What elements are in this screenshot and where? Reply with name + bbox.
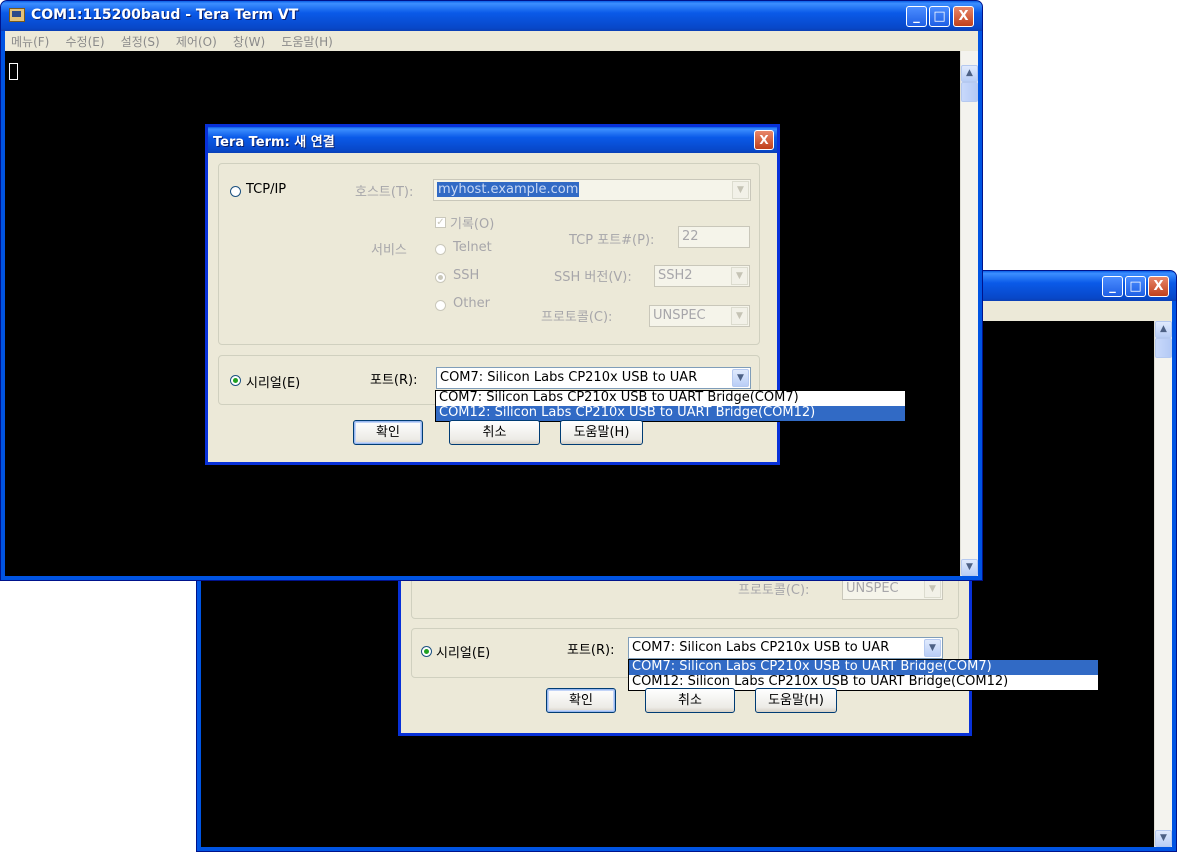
- back-scroll-down-button[interactable]: ▼: [1155, 830, 1172, 847]
- back-port-dropdown-icon[interactable]: ▼: [924, 639, 941, 657]
- back-serial-radio[interactable]: [421, 646, 432, 657]
- port-label: 포트(R):: [370, 373, 418, 388]
- scroll-thumb[interactable]: [961, 82, 978, 102]
- back-scroll-thumb[interactable]: [1155, 338, 1172, 358]
- menu-file[interactable]: 메뉴(F): [5, 31, 55, 50]
- tcp-port-value: 22: [682, 229, 699, 244]
- scroll-down-button[interactable]: ▼: [961, 559, 978, 576]
- ssh-version-value: SSH2: [658, 268, 693, 283]
- host-label: 호스트(T):: [355, 185, 414, 200]
- dialog-title-bar[interactable]: Tera Term: 새 연결 X: [208, 127, 777, 153]
- serial-radio[interactable]: [230, 375, 241, 386]
- tcpip-label[interactable]: TCP/IP: [246, 182, 286, 197]
- telnet-label: Telnet: [453, 240, 492, 255]
- menu-control[interactable]: 제어(O): [170, 31, 223, 50]
- host-input: myhost.example.com ▼: [433, 179, 751, 201]
- minimize-button[interactable]: _: [906, 6, 927, 27]
- port-option[interactable]: COM7: Silicon Labs CP210x USB to UART Br…: [436, 391, 905, 406]
- dialog-title: Tera Term: 새 연결: [213, 135, 335, 150]
- menu-setup[interactable]: 설정(S): [115, 31, 166, 50]
- host-dropdown-icon: ▼: [732, 181, 749, 199]
- port-dropdown-list: COM7: Silicon Labs CP210x USB to UART Br…: [435, 390, 906, 422]
- back-maximize-button[interactable]: □: [1125, 276, 1146, 297]
- window-title: COM1:115200baud - Tera Term VT: [31, 7, 299, 23]
- other-radio: [435, 300, 446, 311]
- back-minimize-button[interactable]: _: [1102, 276, 1123, 297]
- tcp-port-input: 22: [678, 226, 750, 248]
- back-close-button[interactable]: X: [1148, 276, 1169, 297]
- back-port-dropdown-list: COM7: Silicon Labs CP210x USB to UART Br…: [628, 659, 1099, 691]
- protocol-dropdown-icon: ▼: [731, 307, 748, 325]
- tcpip-radio[interactable]: [230, 186, 241, 197]
- tcp-port-label: TCP 포트#(P):: [569, 233, 655, 248]
- terminal-window: COM1:115200baud - Tera Term VT _ □ X 메뉴(…: [0, 0, 983, 581]
- back-protocol-value: UNSPEC: [846, 581, 899, 596]
- menu-help[interactable]: 도움말(H): [275, 31, 339, 50]
- port-value: COM7: Silicon Labs CP210x USB to UAR: [440, 370, 698, 385]
- telnet-radio: [435, 244, 446, 255]
- back-help-button[interactable]: 도움말(H): [755, 688, 837, 713]
- title-bar[interactable]: COM1:115200baud - Tera Term VT _ □ X: [1, 1, 982, 31]
- back-vertical-scrollbar[interactable]: ▲ ▼: [1154, 321, 1172, 847]
- back-port-option[interactable]: COM7: Silicon Labs CP210x USB to UART Br…: [629, 660, 1098, 675]
- protocol-label: 프로토콜(C):: [541, 310, 613, 325]
- history-checkbox: ✓: [435, 217, 446, 228]
- dialog-close-button[interactable]: X: [754, 130, 774, 150]
- back-port-label: 포트(R):: [567, 643, 615, 658]
- menu-window[interactable]: 창(W): [227, 31, 271, 50]
- other-label: Other: [453, 296, 490, 311]
- back-port-select[interactable]: COM7: Silicon Labs CP210x USB to UAR ▼: [628, 637, 943, 659]
- ssh-version-label: SSH 버전(V):: [554, 270, 632, 285]
- port-dropdown-icon[interactable]: ▼: [732, 369, 749, 387]
- host-value: myhost.example.com: [437, 182, 580, 197]
- maximize-button[interactable]: □: [929, 6, 950, 27]
- cursor-caret: [9, 63, 18, 80]
- serial-label[interactable]: 시리얼(E): [246, 372, 300, 391]
- menu-bar: 메뉴(F) 수정(E) 설정(S) 제어(O) 창(W) 도움말(H): [5, 31, 978, 51]
- back-cancel-button[interactable]: 취소: [645, 688, 735, 713]
- vertical-scrollbar[interactable]: ▲ ▼: [960, 51, 978, 576]
- back-protocol-dropdown-icon: ▼: [924, 580, 941, 598]
- menu-edit[interactable]: 수정(E): [60, 31, 111, 50]
- history-label: 기록(O): [450, 217, 495, 232]
- back-serial-label[interactable]: 시리얼(E): [436, 642, 490, 661]
- close-button[interactable]: X: [953, 6, 974, 27]
- back-ok-button[interactable]: 확인: [546, 688, 616, 713]
- port-select[interactable]: COM7: Silicon Labs CP210x USB to UAR ▼: [436, 367, 751, 389]
- scroll-up-button[interactable]: ▲: [961, 65, 978, 82]
- back-port-value: COM7: Silicon Labs CP210x USB to UAR: [632, 640, 890, 655]
- ssh-version-select: SSH2 ▼: [654, 265, 750, 287]
- protocol-value: UNSPEC: [653, 308, 706, 323]
- help-button[interactable]: 도움말(H): [560, 420, 643, 445]
- back-scroll-up-button[interactable]: ▲: [1155, 321, 1172, 338]
- ok-button[interactable]: 확인: [353, 420, 423, 445]
- back-protocol-label: 프로토콜(C):: [738, 583, 810, 598]
- back-protocol-select: UNSPEC ▼: [842, 578, 943, 600]
- cancel-button[interactable]: 취소: [449, 420, 540, 445]
- tera-term-app-icon[interactable]: [9, 8, 25, 22]
- port-option[interactable]: COM12: Silicon Labs CP210x USB to UART B…: [436, 406, 905, 421]
- ssh-label: SSH: [453, 268, 480, 283]
- service-label: 서비스: [371, 243, 407, 258]
- protocol-select: UNSPEC ▼: [649, 305, 750, 327]
- ssh-radio: [435, 272, 446, 283]
- new-connection-dialog: Tera Term: 새 연결 X TCP/IP 호스트(T): myhost.…: [205, 124, 906, 465]
- ssh-version-dropdown-icon: ▼: [731, 267, 748, 285]
